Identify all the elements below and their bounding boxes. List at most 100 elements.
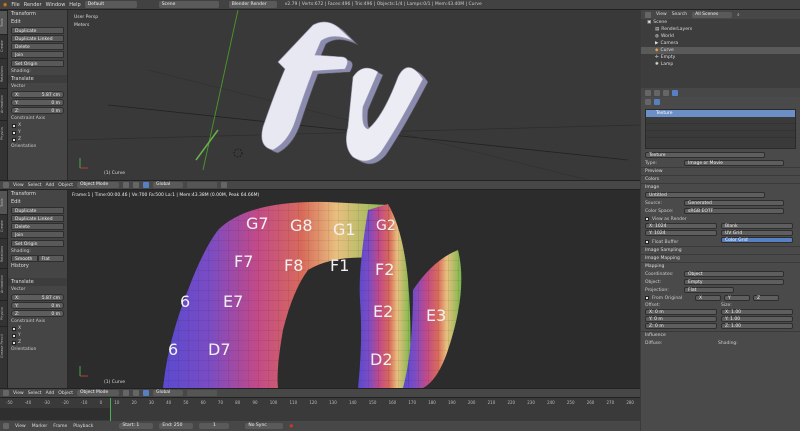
constraint-z-checkbox[interactable]: Z [8,136,67,143]
manipulator-icon-lower[interactable] [142,390,149,396]
join-button[interactable]: Join [11,51,64,58]
delete-button[interactable]: Delete [11,43,64,50]
float-buffer-checkbox[interactable] [645,240,649,244]
source-dropdown[interactable]: Generated [684,200,784,206]
outliner-row-scene[interactable]: ▣ Scene [641,19,800,26]
editor-type-icon-lower[interactable] [3,390,9,396]
end-frame-field[interactable]: End: 250 [159,423,194,429]
tab-tools[interactable]: Tools [0,10,7,34]
menu-frame[interactable]: Frame [53,424,67,429]
vector-x-field[interactable]: X: 5.87 cm [11,91,64,98]
menu-view-lower[interactable]: View [13,391,24,396]
duplicate-linked-button-lower[interactable]: Duplicate Linked [11,215,64,222]
menu-add[interactable]: Add [46,183,55,188]
projection-dropdown[interactable]: Flat [684,287,734,293]
texture-slot-empty[interactable] [646,138,795,145]
vector-z-field[interactable]: Z: 0 m [11,107,64,114]
outliner-search-icon[interactable]: ⌕ [737,12,740,18]
view-as-render-row[interactable]: View as Render [641,215,800,223]
edit-panel-header[interactable]: Edit [8,18,67,26]
vector-y-field[interactable]: Y: 0 m [11,99,64,106]
tab-relations-lower[interactable]: Relations [0,238,7,268]
object-tab-icon[interactable] [663,89,669,96]
tab-create[interactable]: Create [0,34,7,58]
menu-select-lower[interactable]: Select [28,391,42,396]
coordinates-dropdown[interactable]: Object [684,271,784,277]
render-tab-icon[interactable] [645,89,651,96]
texture-slot-selected[interactable]: Texture [646,110,795,117]
tab-grease-pencil-lower[interactable]: Grease Pencil [0,326,7,366]
constraint-y-checkbox[interactable]: Y [8,129,67,136]
outliner-row-camera[interactable]: ▶ Camera [641,40,800,47]
proj-axis-z[interactable]: Z [753,295,779,301]
duplicate-linked-button[interactable]: Duplicate Linked [11,35,64,42]
menu-view-timeline[interactable]: View [15,424,26,429]
texture-slot-empty[interactable] [646,117,795,124]
colorspace-dropdown[interactable]: sRGB EOTF [684,208,784,214]
size-x-field[interactable]: X: 1.00 [721,309,793,315]
duplicate-button-lower[interactable]: Duplicate [11,207,64,214]
resolution-y-field[interactable]: Y: 1024 [645,230,717,236]
viewport-3d-rendered[interactable]: Frame:1 | Time:00:00.46 | Ve:700 Fa:500 … [68,190,640,388]
resolution-x-field[interactable]: X: 1024 [645,223,717,229]
scene-tab-icon[interactable] [654,89,660,96]
manipulator-icon[interactable] [142,182,149,188]
texture-slot-empty[interactable] [646,124,795,131]
colors-section[interactable]: Colors [641,175,800,183]
flat-button[interactable]: Flat [37,255,64,262]
set-origin-button-lower[interactable]: Set Origin [11,240,64,247]
start-frame-field[interactable]: Start: 1 [119,423,154,429]
material-texture-icon[interactable] [654,99,660,105]
menu-select[interactable]: Select [28,183,42,188]
influence-section[interactable]: Influence [641,331,800,339]
texture-slot-empty[interactable] [646,131,795,138]
offset-y-field[interactable]: Y: 0 m [645,316,717,322]
tab-physics[interactable]: Physics [0,120,7,146]
texture-slot-list[interactable]: Texture [645,109,796,149]
outliner-row-renderlayers[interactable]: ▤ RenderLayers [641,26,800,33]
timeline[interactable]: -50 -40 -30 -20 -10 0 10 20 30 40 50 60 … [0,398,640,421]
vector-z-field-lower[interactable]: Z: 0 m [11,310,64,317]
editor-type-icon[interactable] [3,182,9,188]
smooth-button[interactable]: Smooth [11,255,38,262]
outliner-menu-view[interactable]: View [656,12,667,17]
texture-tab-icon[interactable] [672,89,678,96]
pivot-icon[interactable] [132,182,139,188]
mode-dropdown-lower[interactable]: Object Mode [76,390,119,396]
scene-dropdown[interactable]: Scene [158,1,219,8]
menu-file[interactable]: File [11,2,19,8]
menu-help[interactable]: Help [69,2,80,8]
snap-icon[interactable] [220,182,227,188]
tab-physics-lower[interactable]: Physics [0,300,7,326]
current-frame-field[interactable]: 1 [199,423,230,429]
translate-panel-header-lower[interactable]: Translate [8,278,67,286]
vector-x-field-lower[interactable]: X: 5.87 cm [11,294,64,301]
blender-logo-icon[interactable]: ◉ [3,2,7,8]
orientation-dropdown-lower[interactable]: Global [152,390,183,396]
image-sampling-section[interactable]: Image Sampling [641,246,800,254]
layout-dropdown[interactable]: Default [84,1,137,8]
menu-playback[interactable]: Playback [73,424,93,429]
outliner-filter-dropdown[interactable]: All Scenes [692,11,733,18]
mapping-section[interactable]: Mapping [641,262,800,270]
float-buffer-row[interactable]: Float Buffer [645,238,717,246]
constraint-z-checkbox-lower[interactable]: Z [8,339,67,346]
size-y-field[interactable]: Y: 1.00 [721,316,793,322]
texture-name-field[interactable]: Texture [645,152,765,158]
layers-icon-lower[interactable] [186,390,217,396]
image-section[interactable]: Image [641,183,800,191]
image-mapping-section[interactable]: Image Mapping [641,254,800,262]
constraint-x-checkbox[interactable]: X [8,122,67,129]
menu-window[interactable]: Window [46,2,66,8]
outliner-row-empty[interactable]: ✛ Empty [641,54,800,61]
size-z-field[interactable]: Z: 1.00 [721,323,793,329]
history-panel-header[interactable]: History [8,262,67,270]
timeline-editor-icon[interactable] [3,423,9,429]
outliner-editor-icon[interactable] [645,11,651,18]
gen-type-uv-grid[interactable]: UV Grid [721,230,793,236]
menu-object[interactable]: Object [58,183,73,188]
layers-icon[interactable] [186,182,217,188]
render-engine-dropdown[interactable]: Blender Render [228,1,277,8]
tab-animation[interactable]: Animation [0,88,7,120]
menu-view[interactable]: View [13,183,24,188]
